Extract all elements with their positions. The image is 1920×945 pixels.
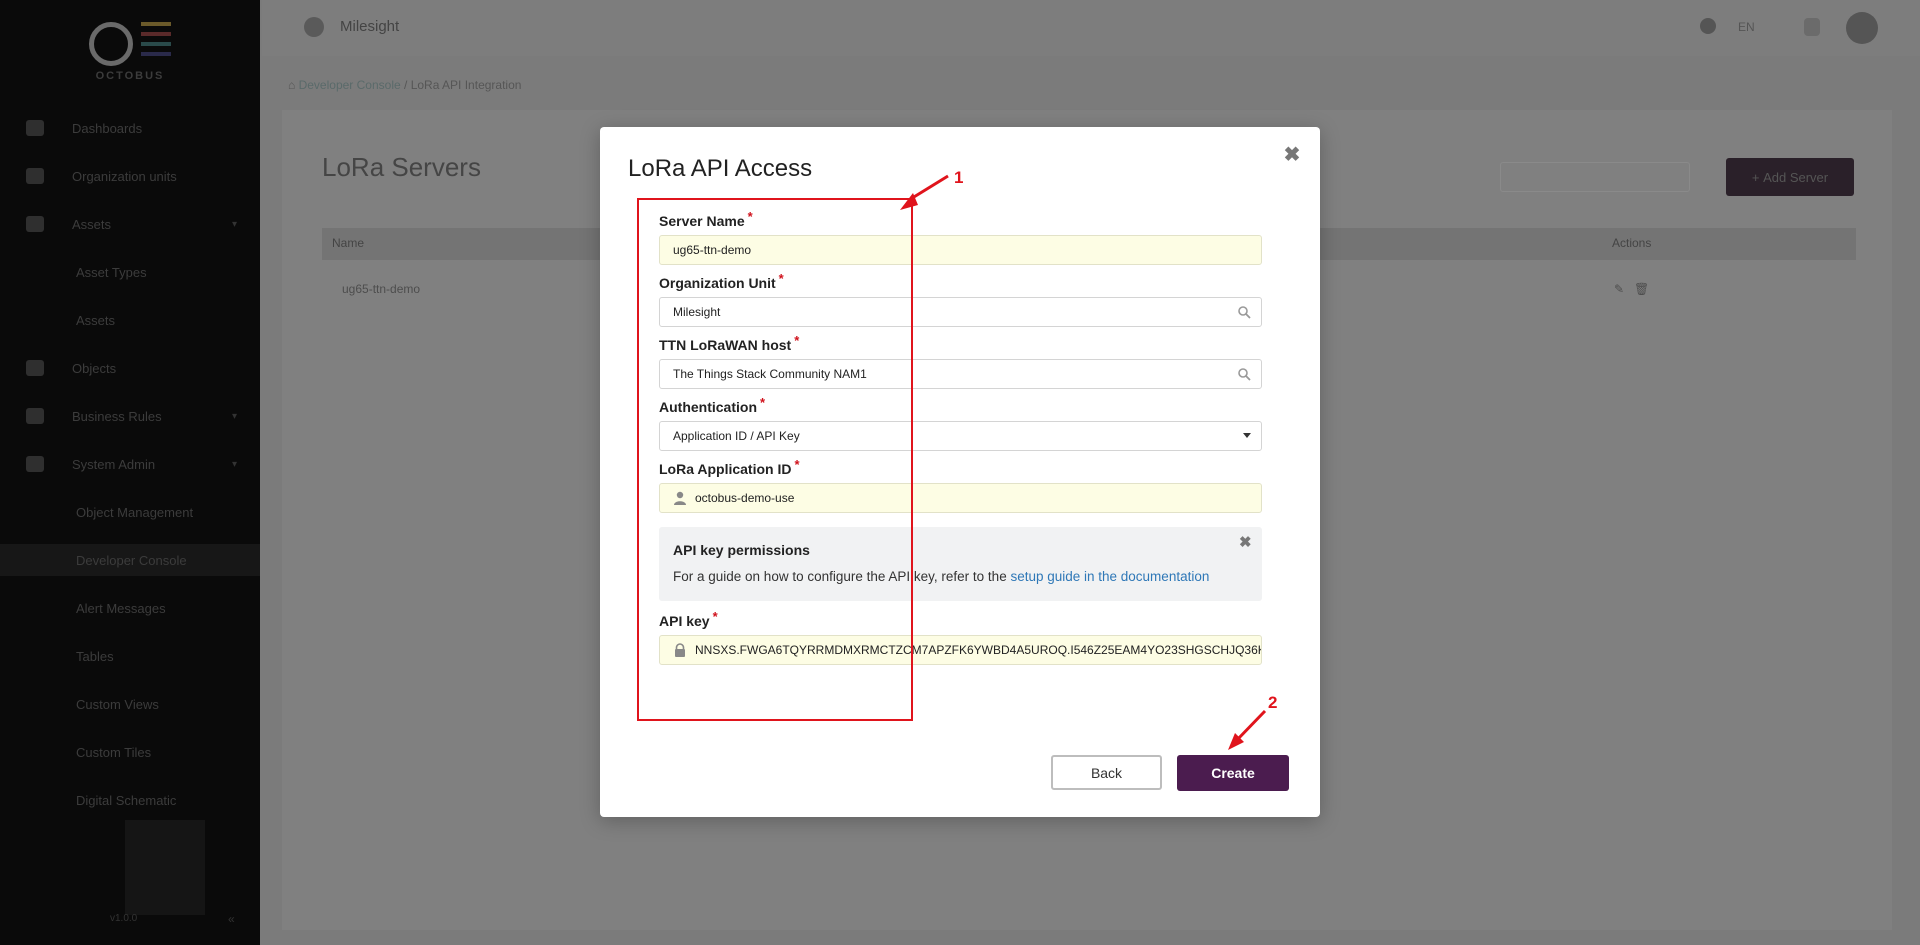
sidebar-item-label: Business Rules xyxy=(72,408,162,424)
sidebar-item-tables[interactable]: Tables xyxy=(0,640,260,672)
logo-bar xyxy=(141,22,171,26)
sidebar-item-label: Developer Console xyxy=(76,552,187,568)
search-icon[interactable] xyxy=(1237,305,1251,319)
org-title[interactable]: Milesight xyxy=(340,18,399,35)
language-selector[interactable]: EN xyxy=(1738,20,1755,34)
sidebar-item-custom-tiles[interactable]: Custom Tiles xyxy=(0,736,260,768)
sidebar-item-label: Alert Messages xyxy=(76,600,166,616)
objects-icon xyxy=(26,360,44,376)
version-label: v1.0.0 xyxy=(110,913,138,924)
sidebar-item-label: Assets xyxy=(76,312,116,328)
caret-down-icon xyxy=(1243,433,1251,438)
top-bar: Milesight EN xyxy=(262,0,1920,56)
sidebar-item-developer-console[interactable]: Developer Console xyxy=(0,544,260,576)
edit-icon[interactable]: ✎ xyxy=(1614,282,1624,296)
logo-bar xyxy=(141,52,171,56)
sidebar-item-label: Object Management xyxy=(76,504,194,520)
add-server-button[interactable]: + Add Server xyxy=(1726,158,1854,196)
avatar[interactable] xyxy=(1846,12,1878,44)
sidebar-item-asset-types[interactable]: Asset Types xyxy=(0,256,260,288)
app-logo[interactable]: OCTOBUS xyxy=(85,18,175,88)
annotation-label-1: 1 xyxy=(954,168,964,187)
back-button[interactable]: Back xyxy=(1051,755,1162,790)
chevron-down-icon: ▾ xyxy=(232,218,238,230)
logo-text: OCTOBUS xyxy=(95,70,165,82)
chevron-down-icon: ▾ xyxy=(232,458,238,470)
sidebar-item-label: Dashboards xyxy=(72,120,143,136)
close-icon[interactable]: ✖ xyxy=(1281,144,1303,166)
wrench-icon xyxy=(26,456,44,472)
delete-icon[interactable]: 🗑 xyxy=(1634,282,1649,296)
search-icon[interactable] xyxy=(1700,18,1716,34)
sidebar-item-label: System Admin xyxy=(72,456,156,472)
org-switch-icon[interactable] xyxy=(304,17,324,37)
search-icon[interactable] xyxy=(1237,367,1251,381)
breadcrumb-link[interactable]: Developer Console xyxy=(299,78,401,92)
add-server-label: Add Server xyxy=(1763,169,1829,185)
sidebar-item-custom-views[interactable]: Custom Views xyxy=(0,688,260,720)
chevron-down-icon: ▾ xyxy=(232,410,238,422)
sidebar-item-alert-messages[interactable]: Alert Messages xyxy=(0,592,260,624)
annotation-label-2: 2 xyxy=(1268,693,1278,712)
sidebar: OCTOBUS Dashboards Organization units As… xyxy=(0,0,260,945)
sidebar-item-digital-schematic[interactable]: Digital Schematic xyxy=(0,784,260,816)
column-header-name[interactable]: Name xyxy=(332,236,364,250)
sidebar-item-objects[interactable]: Objects xyxy=(0,352,260,384)
search-input[interactable] xyxy=(1500,162,1690,192)
sidebar-item-object-management[interactable]: Object Management xyxy=(0,496,260,528)
logo-bar xyxy=(141,32,171,36)
sidebar-item-label: Digital Schematic xyxy=(76,792,177,808)
sidebar-item-label: Objects xyxy=(72,360,117,376)
breadcrumb: ⌂ Developer Console / LoRa API Integrati… xyxy=(288,78,521,92)
sidebar-item-label: Asset Types xyxy=(76,264,147,280)
sidebar-item-organization-units[interactable]: Organization units xyxy=(0,160,260,192)
sidebar-item-label: Custom Views xyxy=(76,696,159,712)
dialog-title: LoRa API Access xyxy=(628,155,813,182)
sidebar-item-business-rules[interactable]: Business Rules ▾ xyxy=(0,400,260,432)
table-cell-name: ug65-ttn-demo xyxy=(342,282,421,296)
rules-icon xyxy=(26,408,44,424)
logo-ring xyxy=(89,22,133,66)
sidebar-item-label: Assets xyxy=(72,216,112,232)
sidebar-item-dashboards[interactable]: Dashboards xyxy=(0,112,260,144)
sidebar-item-assets[interactable]: Assets ▾ xyxy=(0,208,260,240)
close-icon[interactable]: ✖ xyxy=(1239,533,1252,551)
org-icon xyxy=(26,168,44,184)
documentation-link[interactable]: setup guide in the documentation xyxy=(1010,569,1209,584)
logo-bar xyxy=(141,42,171,46)
sidebar-scrollbar[interactable] xyxy=(125,820,205,915)
column-header-actions: Actions xyxy=(1612,236,1652,250)
sidebar-item-system-admin[interactable]: System Admin ▾ xyxy=(0,448,260,480)
sidebar-item-label: Custom Tiles xyxy=(76,744,152,760)
home-icon[interactable]: ⌂ xyxy=(288,78,299,92)
notification-icon[interactable] xyxy=(1804,18,1820,36)
page-title: LoRa Servers xyxy=(322,152,481,182)
breadcrumb-separator: / xyxy=(404,78,408,92)
plus-icon: + xyxy=(1751,169,1764,185)
sidebar-item-assets-list[interactable]: Assets xyxy=(0,304,260,336)
assets-icon xyxy=(26,216,44,232)
create-button[interactable]: Create xyxy=(1177,755,1289,791)
breadcrumb-current: LoRa API Integration xyxy=(410,78,522,92)
dashboard-icon xyxy=(26,120,44,136)
collapse-icon[interactable]: « xyxy=(228,912,235,926)
sidebar-item-label: Organization units xyxy=(72,168,177,184)
sidebar-item-label: Tables xyxy=(76,648,114,664)
annotation-highlight-box xyxy=(637,198,913,721)
